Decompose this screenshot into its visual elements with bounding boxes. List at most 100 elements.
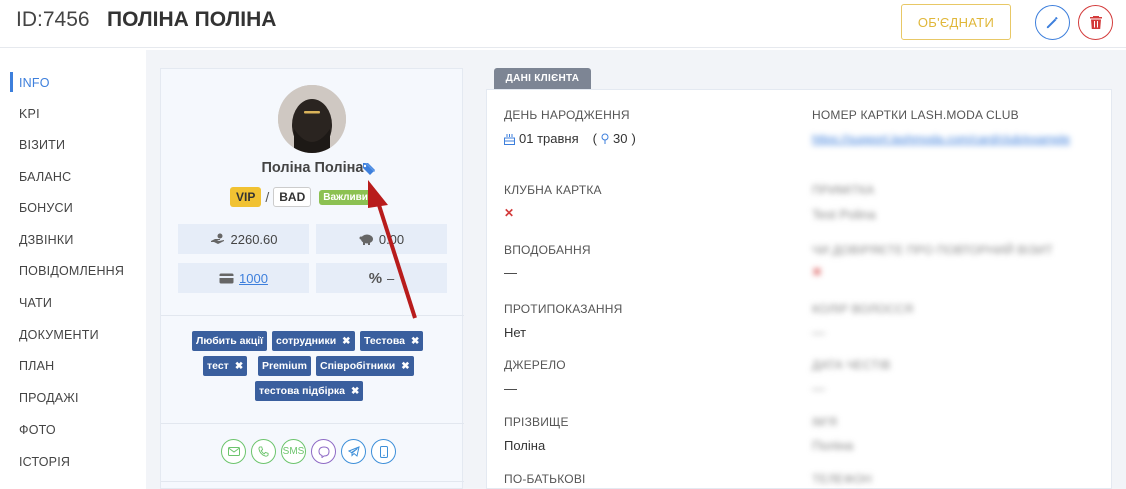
discount-value: –	[387, 270, 395, 286]
tag-chip-label: сотрудники	[276, 335, 337, 347]
tag-chip[interactable]: сотрудники ✖	[272, 331, 355, 351]
tag-chip-label: Співробітники	[320, 360, 396, 372]
remove-tag-icon[interactable]: ✖	[235, 361, 243, 372]
patronymic-label: ПО-БАТЬКОВІ	[504, 472, 586, 486]
piggy-bank-icon	[359, 234, 373, 245]
profile-name: Поліна Поліна	[261, 160, 364, 176]
bad-badge[interactable]: BAD	[273, 187, 312, 207]
trash-icon	[1089, 16, 1102, 29]
tag-chip-label: Premium	[262, 360, 307, 372]
stat-savings: 0.00	[316, 224, 447, 254]
pencil-icon	[1046, 17, 1058, 29]
tag-chip-label: Тестова	[364, 335, 406, 347]
nav-item-info[interactable]: INFO	[19, 76, 50, 90]
tag-chip[interactable]: тест ✖	[203, 356, 248, 376]
profile-divider	[161, 481, 464, 482]
nav-item-balance[interactable]: БАЛАНС	[19, 170, 71, 184]
viber-button[interactable]	[311, 439, 336, 464]
edit-button[interactable]	[1035, 5, 1070, 40]
credit-card-icon	[219, 273, 234, 283]
tag-chip[interactable]: Тестова ✖	[360, 331, 424, 351]
nav-item-plan[interactable]: ПЛАН	[19, 359, 54, 373]
client-data-card: ДЕНЬ НАРОДЖЕННЯ 01 травня ( 30 ) КЛУБНА …	[486, 89, 1112, 489]
nav-item-chats[interactable]: ЧАТИ	[19, 296, 52, 310]
page-header: ID:7456 ПОЛІНА ПОЛІНА ОБ'ЄДНАТИ	[0, 0, 1126, 48]
client-id: ID:7456	[16, 8, 90, 31]
tag-chip[interactable]: Співробітники ✖	[316, 356, 414, 376]
nav-item-calls[interactable]: ДЗВІНКИ	[19, 233, 74, 247]
nav-item-documents[interactable]: ДОКУМЕНТИ	[19, 328, 99, 342]
hand-money-icon	[210, 233, 224, 244]
remove-tag-icon[interactable]: ✖	[342, 336, 350, 347]
badges-row: VIP / BAD Важливий	[230, 186, 374, 208]
club-card-label: КЛУБНА КАРТКА	[504, 183, 602, 197]
nav-item-bonuses[interactable]: БОНУСИ	[19, 201, 73, 215]
tag-chip[interactable]: тестова підбірка ✖	[255, 381, 364, 401]
badge-separator: /	[265, 189, 270, 205]
age-icon	[601, 133, 609, 144]
note-value: Test Polina	[812, 207, 876, 222]
hair-color-label: КОЛІР ВОЛОССЯ	[812, 302, 914, 316]
repeat-visit-value: ✕	[812, 265, 823, 279]
card-value-link[interactable]: 1000	[239, 271, 268, 286]
cake-icon	[504, 133, 515, 145]
envelope-icon	[227, 447, 240, 456]
avatar[interactable]	[278, 85, 346, 153]
source-label: ДЖЕРЕЛО	[504, 358, 566, 372]
date-label: ДАТА ЧЕСТІВ	[812, 358, 891, 372]
balance-value: 2260.60	[230, 231, 278, 247]
phone-icon	[258, 446, 269, 457]
source-value: —	[504, 381, 517, 396]
mobile-button[interactable]	[371, 439, 396, 464]
birthday-value-row: 01 травня ( 30 )	[504, 131, 636, 146]
birthday-value: 01 травня	[519, 131, 579, 146]
first-name-label: ІМ'Я	[812, 415, 838, 429]
date-value: —	[812, 381, 825, 396]
nav-item-photo[interactable]: ФОТО	[19, 423, 56, 437]
mobile-phone-icon	[379, 445, 388, 458]
nav-item-kpi[interactable]: KPI	[19, 107, 40, 121]
viber-icon	[317, 445, 330, 458]
remove-tag-icon[interactable]: ✖	[411, 336, 419, 347]
preferences-label: ВПОДОБАННЯ	[504, 243, 591, 257]
club-card-number-link[interactable]: https://support.lashmoda.com/card/club/e…	[812, 130, 1102, 148]
merge-button[interactable]: ОБ'ЄДНАТИ	[901, 4, 1011, 40]
tag-chip[interactable]: Любить акції	[192, 331, 268, 351]
important-badge[interactable]: Важливий	[319, 189, 374, 205]
remove-tag-icon[interactable]: ✖	[351, 386, 359, 397]
surname-value: Поліна	[504, 438, 546, 453]
nav-item-sales[interactable]: ПРОДАЖІ	[19, 391, 79, 405]
stat-balance: 2260.60	[178, 224, 309, 254]
nav-item-messages[interactable]: ПОВІДОМЛЕННЯ	[19, 264, 124, 278]
profile-divider	[161, 315, 464, 316]
contraindications-label: ПРОТИПОКАЗАННЯ	[504, 302, 623, 316]
tag-chip-label: Любить акції	[196, 335, 264, 347]
sms-button[interactable]: SMS	[281, 439, 306, 464]
first-name-value: Поліна	[812, 438, 854, 453]
telegram-button[interactable]	[341, 439, 366, 464]
note-label: ПРИМІТКА	[812, 183, 875, 197]
percent-icon: %	[368, 269, 383, 287]
nav-item-history[interactable]: ІСТОРІЯ	[19, 455, 70, 469]
savings-value: 0.00	[378, 231, 405, 247]
delete-button[interactable]	[1078, 5, 1113, 40]
tag-chip[interactable]: Premium	[258, 356, 311, 376]
nav-item-visits[interactable]: ВІЗИТИ	[19, 138, 65, 152]
surname-label: ПРІЗВИЩЕ	[504, 415, 569, 429]
hair-color-value: —	[812, 325, 825, 340]
vip-badge[interactable]: VIP	[230, 187, 262, 207]
contraindications-value: Нет	[504, 325, 527, 340]
call-button[interactable]	[251, 439, 276, 464]
tag-chip-label: тестова підбірка	[259, 385, 346, 397]
email-button[interactable]	[221, 439, 246, 464]
remove-tag-icon[interactable]: ✖	[401, 361, 409, 372]
profile-divider	[161, 423, 464, 424]
nav-active-indicator	[10, 72, 13, 92]
repeat-visit-label: ЧИ ДОВІРЯЄТЕ ПРО ПОВТОРНИЙ ВІЗИТ	[812, 243, 1053, 257]
phone-label: ТЕЛЕФОН	[812, 472, 872, 486]
tag-icon[interactable]	[361, 162, 377, 181]
preferences-value: —	[504, 265, 517, 280]
stat-card: 1000	[178, 263, 309, 293]
birthday-label: ДЕНЬ НАРОДЖЕННЯ	[504, 108, 630, 122]
tab-client-data[interactable]: ДАНІ КЛІЄНТА	[494, 68, 591, 89]
